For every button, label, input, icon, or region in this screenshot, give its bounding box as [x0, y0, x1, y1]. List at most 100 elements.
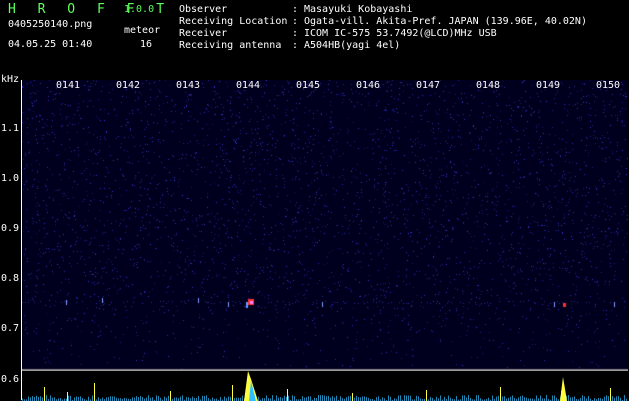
power-noise-bar — [92, 395, 93, 401]
power-noise-bar — [36, 395, 37, 401]
power-noise-bar — [284, 395, 285, 401]
power-noise-bar — [572, 397, 573, 401]
power-noise-bar — [390, 396, 391, 401]
power-noise-bar — [510, 396, 511, 401]
power-noise-bar — [68, 395, 69, 401]
power-noise-bar — [164, 396, 165, 401]
power-noise-bar — [430, 396, 431, 401]
power-spike — [426, 390, 427, 401]
power-noise-bar — [174, 397, 175, 401]
power-noise-bar — [448, 395, 449, 401]
power-noise-bar — [198, 395, 199, 401]
power-noise-bar — [32, 396, 33, 401]
power-noise-bar — [28, 396, 29, 401]
meteor-label: meteor — [124, 25, 161, 36]
power-noise-bar — [276, 395, 277, 401]
power-noise-bar — [606, 395, 607, 401]
time-label: 0146 — [356, 80, 381, 91]
time-label: 0149 — [536, 80, 561, 91]
time-label: 0142 — [116, 80, 141, 91]
power-noise-bar — [168, 395, 169, 401]
date-time: 04.05.25 01:40 — [8, 39, 93, 50]
power-noise-bar — [340, 396, 341, 401]
info-value: Masayuki Kobayashi — [304, 4, 413, 15]
power-noise-bar — [140, 395, 141, 401]
power-noise-bar — [350, 395, 351, 401]
power-noise-bar — [540, 395, 541, 401]
power-noise-bar — [42, 397, 43, 401]
power-noise-bar — [318, 395, 319, 401]
power-noise-bar — [498, 395, 499, 401]
freq-label: 0.9 — [1, 223, 20, 234]
power-noise-bar — [456, 396, 457, 401]
power-noise-bar — [554, 395, 555, 401]
power-noise-bar — [398, 395, 399, 401]
power-noise-bar — [186, 397, 187, 401]
power-noise-bar — [440, 395, 441, 401]
freq-label: 1.1 — [1, 123, 20, 134]
power-noise-bar — [50, 395, 51, 401]
power-noise-bar — [192, 396, 193, 401]
power-noise-bar — [202, 395, 203, 401]
power-noise-bar — [320, 395, 321, 401]
time-label: 0147 — [416, 80, 441, 91]
time-label: 0145 — [296, 80, 321, 91]
power-noise-bar — [78, 397, 79, 401]
power-noise-bar — [364, 396, 365, 401]
info-value: A504HB(yagi 4el) — [304, 40, 401, 51]
power-noise-bar — [292, 395, 293, 401]
info-key: Receiving Location — [179, 16, 288, 27]
power-noise-bar — [522, 395, 523, 401]
power-noise-bar — [588, 396, 589, 401]
power-noise-bar — [406, 395, 407, 401]
power-noise-bar — [400, 395, 401, 401]
power-noise-bar — [512, 395, 513, 401]
power-noise-bar — [574, 396, 575, 401]
app-version: 1.0.0 — [124, 4, 155, 15]
power-noise-bar — [410, 395, 411, 401]
power-noise-bar — [76, 396, 77, 401]
power-noise-bar — [524, 397, 525, 401]
power-noise-bar — [466, 397, 467, 401]
power-noise-bar — [582, 395, 583, 401]
info-value: ICOM IC-575 53.7492(@LCD)MHz USB — [304, 28, 497, 39]
power-spike — [287, 389, 288, 401]
power-noise-bar — [258, 396, 259, 401]
power-noise-bar — [158, 395, 159, 401]
power-noise-bar — [570, 397, 571, 401]
spectrogram-canvas — [22, 80, 628, 370]
info-key: Receiver — [179, 28, 228, 39]
info-antenna: Receiving antenna: A504HB(yagi 4el) — [179, 40, 400, 51]
axis-unit: kHz — [1, 74, 20, 85]
info-receiver: Receiver: ICOM IC-575 53.7492(@LCD)MHz US… — [179, 28, 497, 39]
power-noise-bar — [308, 396, 309, 401]
info-sep: : — [292, 16, 299, 27]
power-noise-bar — [326, 396, 327, 401]
power-noise-bar — [152, 397, 153, 401]
power-noise-bar — [182, 395, 183, 401]
power-noise-bar — [436, 396, 437, 401]
power-noise-bar — [328, 395, 329, 401]
power-noise-bar — [526, 397, 527, 401]
time-label: 0150 — [596, 80, 621, 91]
power-noise-bar — [110, 396, 111, 401]
power-noise-bar — [180, 396, 181, 401]
power-noise-bar — [568, 395, 569, 401]
power-noise-bar — [132, 397, 133, 401]
power-noise-bar — [38, 396, 39, 401]
power-noise-bar — [346, 397, 347, 401]
power-noise-bar — [336, 395, 337, 401]
power-noise-bar — [356, 395, 357, 401]
power-noise-bar — [382, 397, 383, 401]
info-value: Ogata-vill. Akita-Pref. JAPAN (139.96E, … — [304, 16, 587, 27]
power-noise-bar — [322, 395, 323, 401]
power-noise-bar — [608, 396, 609, 401]
power-noise-bar — [272, 395, 273, 401]
power-noise-bar — [462, 395, 463, 401]
power-noise-bar — [148, 395, 149, 401]
power-noise-bar — [492, 395, 493, 401]
power-noise-bar — [236, 397, 237, 401]
power-noise-bar — [348, 396, 349, 401]
power-noise-bar — [612, 396, 613, 401]
freq-label: 1.0 — [1, 173, 20, 184]
